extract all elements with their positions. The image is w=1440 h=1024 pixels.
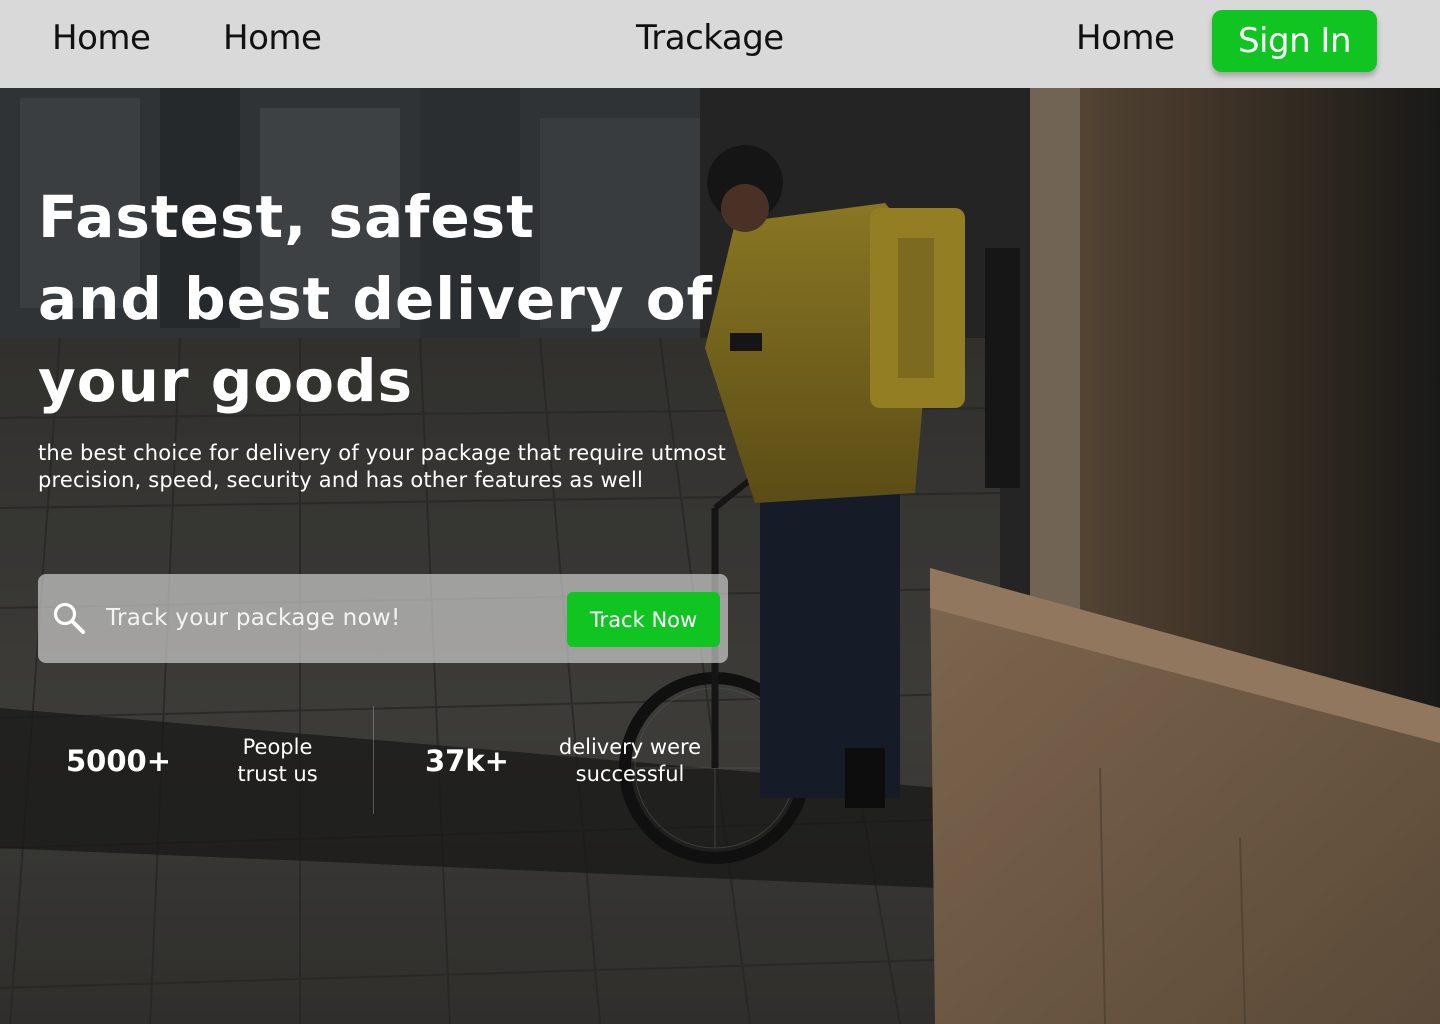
stat-label-deliveries-line-1: delivery were [558,735,702,759]
headline-line-2: and best delivery of [38,265,713,333]
nav-link-home-2[interactable]: Home [223,18,322,58]
stat-label-people-line-2: trust us [237,762,318,786]
nav-link-home-3[interactable]: Home [1076,18,1175,58]
hero-subtext: the best choice for delivery of your pac… [38,440,728,494]
stat-label-people: People trust us [210,734,345,788]
stats-divider [373,706,374,814]
track-search-bar: Track Now [38,574,728,663]
headline-line-1: Fastest, safest [38,183,535,251]
search-icon[interactable] [52,601,86,635]
track-now-button[interactable]: Track Now [567,592,720,647]
subtext-line-1: the best choice for delivery of your pac… [38,441,727,465]
headline-line-3: your goods [38,347,413,415]
stat-value-people: 5000+ [66,744,172,778]
stat-label-deliveries-line-2: successful [575,762,685,786]
sign-in-button[interactable]: Sign In [1212,10,1377,72]
stat-label-people-line-1: People [242,735,313,759]
brand-name: Trackage [636,18,784,58]
hero-headline: Fastest, safest and best delivery of you… [38,176,738,422]
top-navbar: Home Home Trackage Home Sign In [0,0,1440,88]
track-package-input[interactable] [106,596,546,640]
stat-value-deliveries: 37k+ [425,744,509,778]
stat-label-deliveries: delivery were successful [540,734,720,788]
nav-link-home-1[interactable]: Home [52,18,151,58]
subtext-line-2: precision, speed, security and has other… [38,468,644,492]
